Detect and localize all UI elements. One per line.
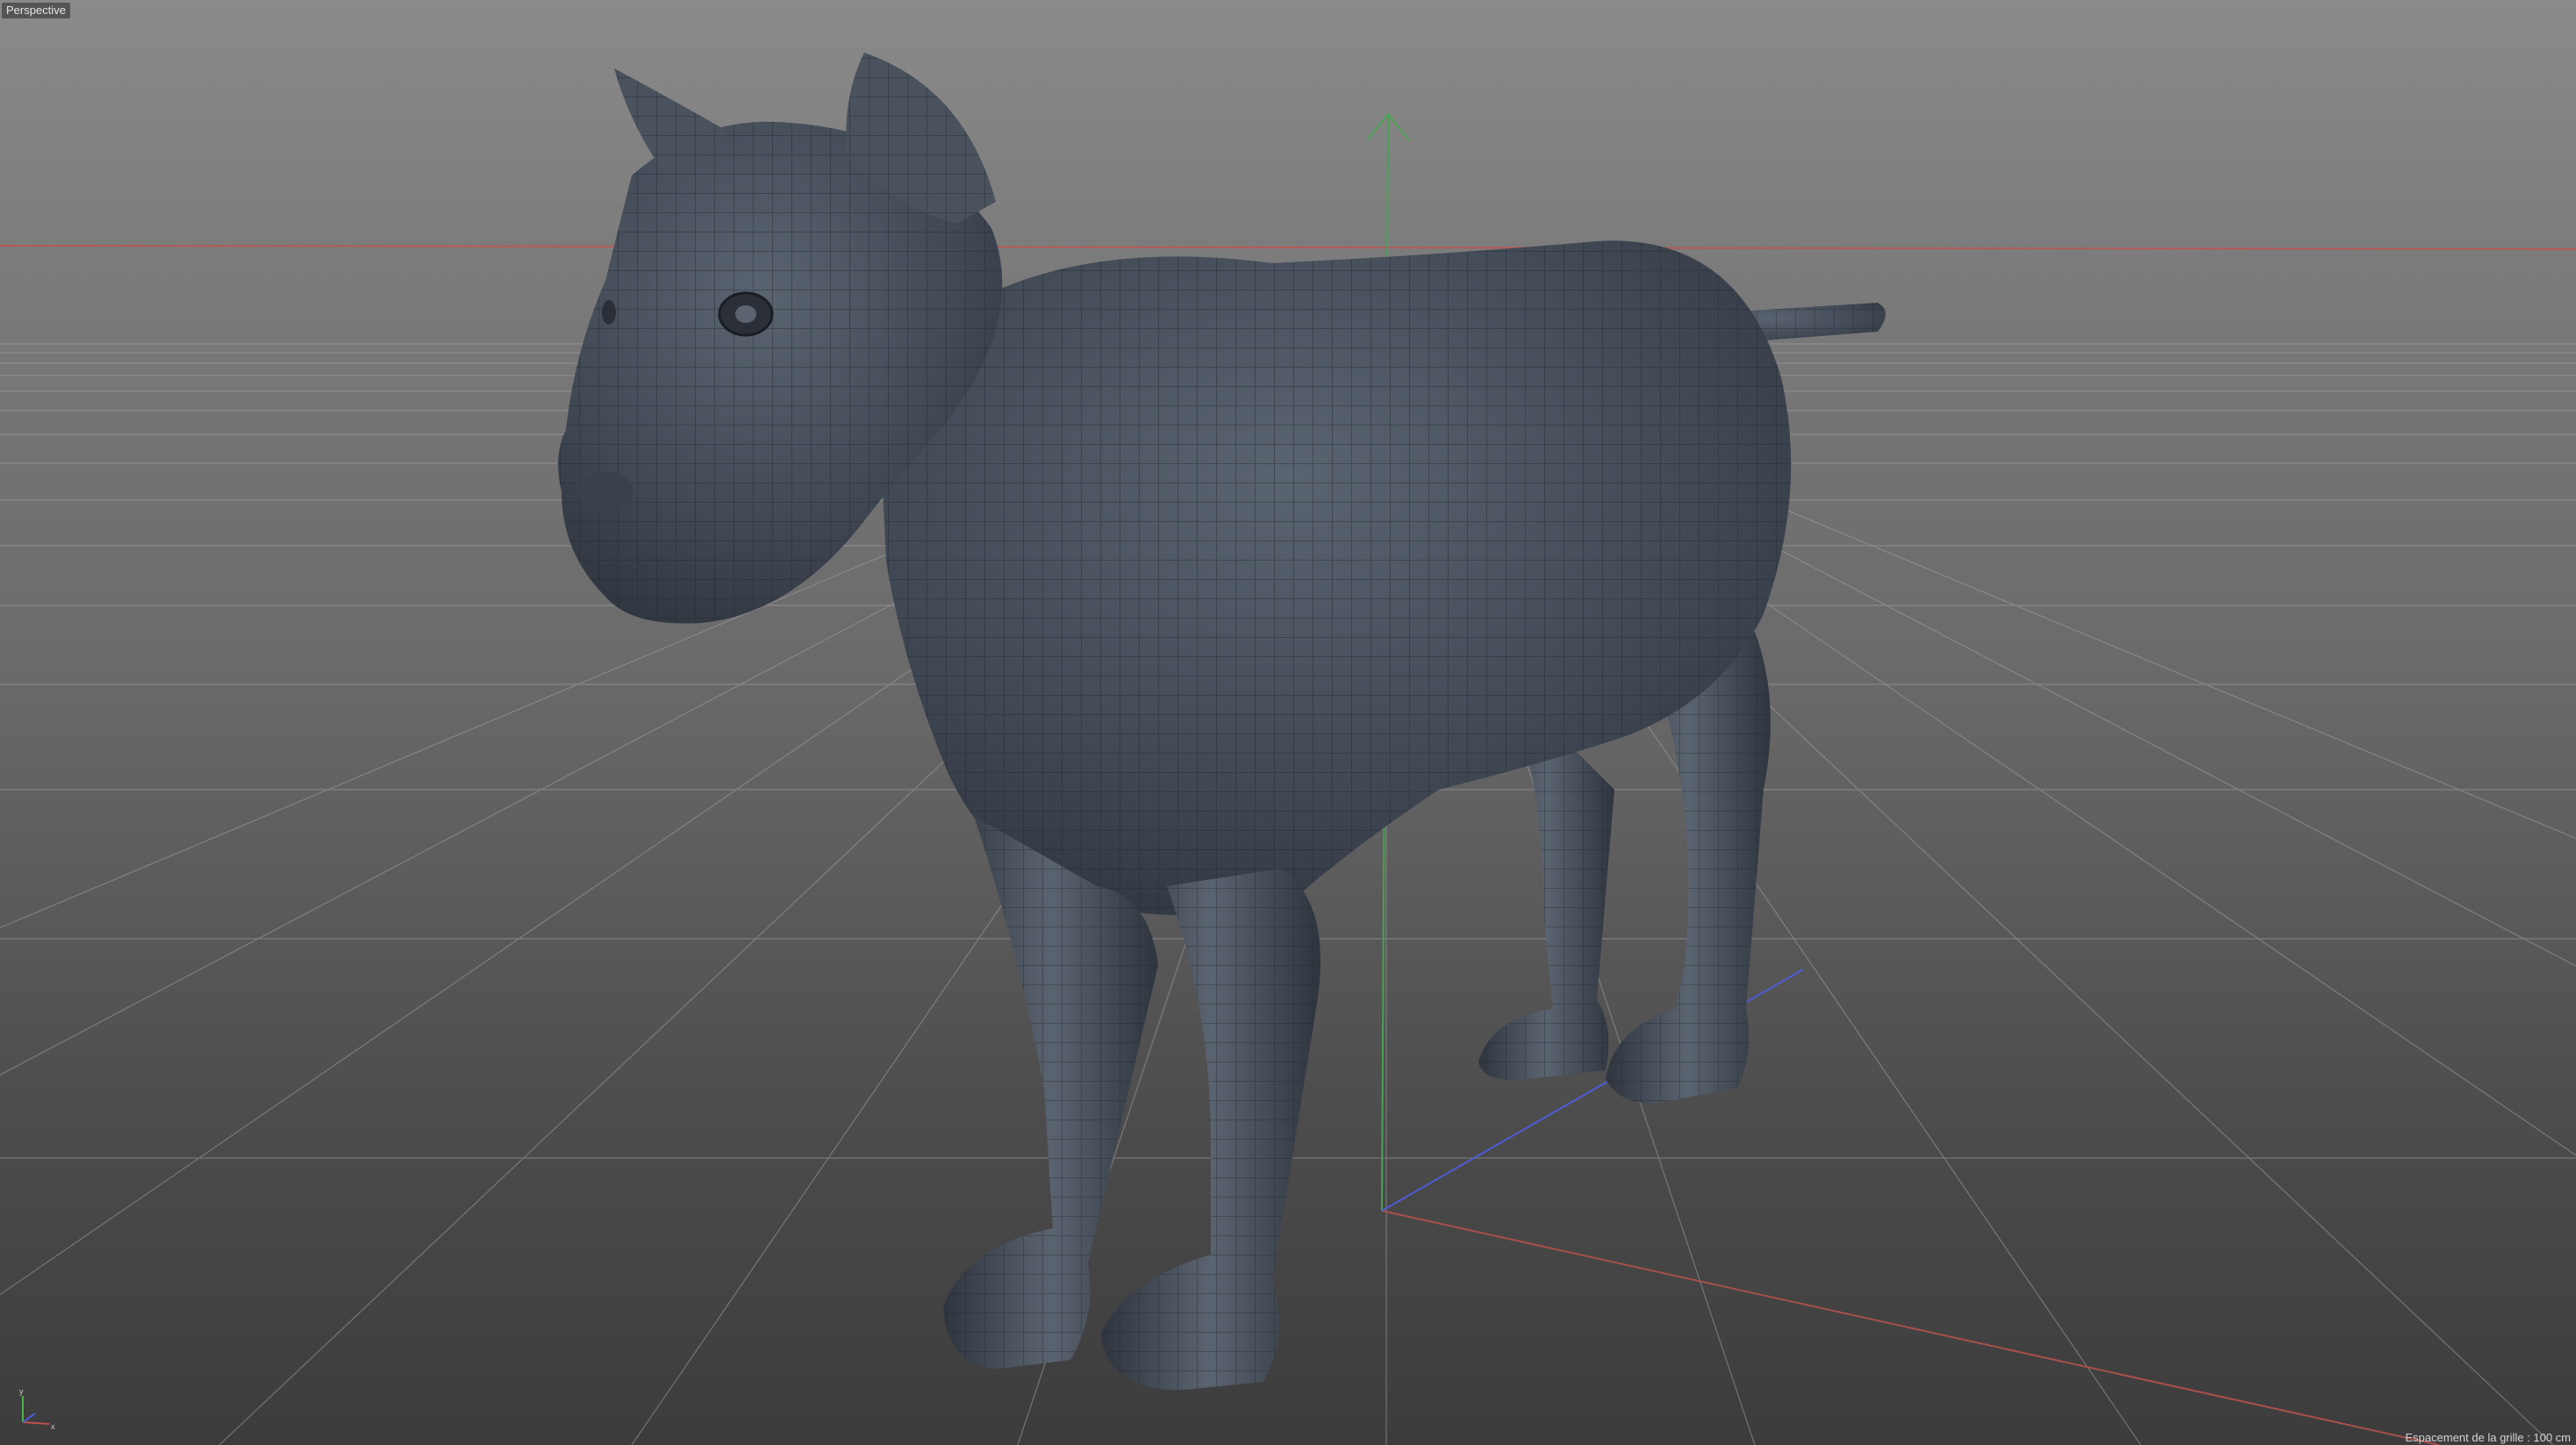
cat-mesh[interactable] <box>558 53 1885 1391</box>
grid-spacing-readout: Espacement de la grille : 100 cm <box>2405 1431 2571 1444</box>
camera-label[interactable]: Perspective <box>2 3 70 18</box>
viewport-scene[interactable] <box>0 0 2576 1445</box>
world-x-axis-near <box>1381 1210 2440 1445</box>
world-x-axis <box>0 245 2576 250</box>
perspective-viewport[interactable]: Perspective y x Espacement de la grille … <box>0 0 2576 1445</box>
cat-nose <box>577 472 633 511</box>
gizmo-y-label: y <box>19 1387 24 1396</box>
gizmo-x-label: x <box>51 1422 55 1431</box>
cat-eye-far <box>602 300 616 325</box>
axis-gizmo-icon: y x <box>19 1387 55 1431</box>
